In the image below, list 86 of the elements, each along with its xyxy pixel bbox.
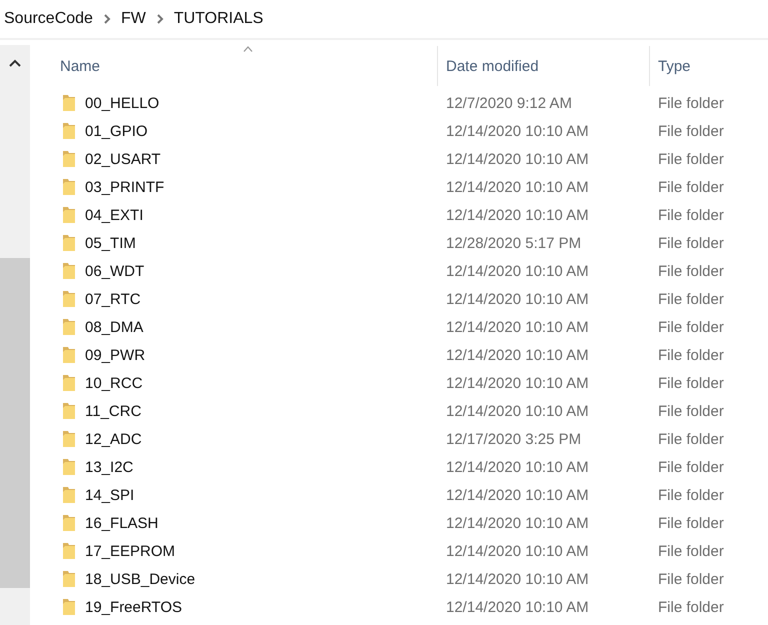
file-type: File folder	[658, 290, 724, 308]
file-name[interactable]: 00_HELLO	[85, 94, 160, 112]
breadcrumb-item[interactable]: SourceCode	[4, 10, 93, 28]
file-name[interactable]: 18_USB_Device	[85, 570, 196, 588]
folder-icon	[62, 402, 76, 420]
file-type: File folder	[658, 570, 724, 588]
file-type: File folder	[658, 318, 724, 336]
folder-icon	[62, 262, 76, 280]
date-modified: 12/14/2020 10:10 AM	[446, 150, 589, 168]
date-modified: 12/14/2020 10:10 AM	[446, 514, 589, 532]
file-name[interactable]: 17_EEPROM	[85, 542, 176, 560]
file-type: File folder	[658, 262, 724, 280]
file-type: File folder	[658, 234, 724, 252]
file-type: File folder	[658, 402, 724, 420]
scroll-up-icon[interactable]	[9, 59, 21, 67]
folder-icon	[62, 430, 76, 448]
file-name[interactable]: 06_WDT	[85, 262, 144, 280]
file-type: File folder	[658, 598, 724, 616]
file-name[interactable]: 12_ADC	[85, 430, 142, 448]
date-modified: 12/14/2020 10:10 AM	[446, 570, 589, 588]
date-modified: 12/14/2020 10:10 AM	[446, 598, 589, 616]
date-modified: 12/14/2020 10:10 AM	[446, 402, 589, 420]
folder-icon	[62, 234, 76, 252]
file-type: File folder	[658, 122, 724, 140]
file-name[interactable]: 09_PWR	[85, 346, 146, 364]
file-name[interactable]: 07_RTC	[85, 290, 141, 308]
date-modified: 12/17/2020 3:25 PM	[446, 430, 582, 448]
date-modified: 12/14/2020 10:10 AM	[446, 318, 589, 336]
file-name[interactable]: 03_PRINTF	[85, 178, 164, 196]
chevron-right-icon[interactable]	[156, 14, 164, 24]
column-header[interactable]: Name	[60, 58, 100, 74]
column-header[interactable]: Date modified	[446, 58, 539, 74]
date-modified: 12/28/2020 5:17 PM	[446, 234, 582, 252]
folder-icon	[62, 290, 76, 308]
breadcrumb-item[interactable]: TUTORIALS	[174, 10, 264, 28]
folder-icon	[62, 178, 76, 196]
folder-icon	[62, 206, 76, 224]
file-name[interactable]: 04_EXTI	[85, 206, 144, 224]
file-type: File folder	[658, 458, 724, 476]
file-type: File folder	[658, 178, 724, 196]
date-modified: 12/14/2020 10:10 AM	[446, 486, 589, 504]
date-modified: 12/14/2020 10:10 AM	[446, 374, 589, 392]
date-modified: 12/14/2020 10:10 AM	[446, 290, 589, 308]
scrollbar[interactable]	[0, 45, 30, 625]
folder-icon	[62, 150, 76, 168]
file-type: File folder	[658, 430, 724, 448]
folder-icon	[62, 514, 76, 532]
file-name[interactable]: 19_FreeRTOS	[85, 598, 182, 616]
folder-icon	[62, 94, 76, 112]
file-name[interactable]: 13_I2C	[85, 458, 134, 476]
folder-icon	[62, 122, 76, 140]
file-name[interactable]: 05_TIM	[85, 234, 136, 252]
chevron-right-icon[interactable]	[102, 14, 111, 24]
date-modified: 12/14/2020 10:10 AM	[446, 346, 589, 364]
file-type: File folder	[658, 542, 724, 560]
folder-icon	[62, 458, 76, 476]
file-type: File folder	[658, 94, 724, 112]
file-name[interactable]: 01_GPIO	[85, 122, 148, 140]
file-type: File folder	[658, 206, 724, 224]
file-type: File folder	[658, 486, 724, 504]
file-name[interactable]: 16_FLASH	[85, 514, 158, 532]
date-modified: 12/14/2020 10:10 AM	[446, 542, 589, 560]
file-type: File folder	[658, 346, 724, 364]
file-type: File folder	[658, 150, 724, 168]
folder-icon	[62, 318, 76, 336]
folder-icon	[62, 346, 76, 364]
date-modified: 12/7/2020 9:12 AM	[446, 94, 572, 112]
date-modified: 12/14/2020 10:10 AM	[446, 122, 589, 140]
file-type: File folder	[658, 514, 724, 532]
date-modified: 12/14/2020 10:10 AM	[446, 206, 589, 224]
file-name[interactable]: 11_CRC	[85, 402, 142, 420]
folder-icon	[62, 486, 76, 504]
folder-icon	[62, 542, 76, 560]
file-name[interactable]: 10_RCC	[85, 374, 143, 392]
file-name[interactable]: 02_USART	[85, 150, 161, 168]
folder-icon	[62, 598, 76, 616]
folder-icon	[62, 374, 76, 392]
date-modified: 12/14/2020 10:10 AM	[446, 458, 589, 476]
file-type: File folder	[658, 374, 724, 392]
file-name[interactable]: 14_SPI	[85, 486, 134, 504]
date-modified: 12/14/2020 10:10 AM	[446, 178, 589, 196]
folder-icon	[62, 570, 76, 588]
column-header[interactable]: Type	[658, 58, 691, 74]
breadcrumb-item[interactable]: FW	[120, 10, 146, 28]
date-modified: 12/14/2020 10:10 AM	[446, 262, 589, 280]
file-name[interactable]: 08_DMA	[85, 318, 144, 336]
